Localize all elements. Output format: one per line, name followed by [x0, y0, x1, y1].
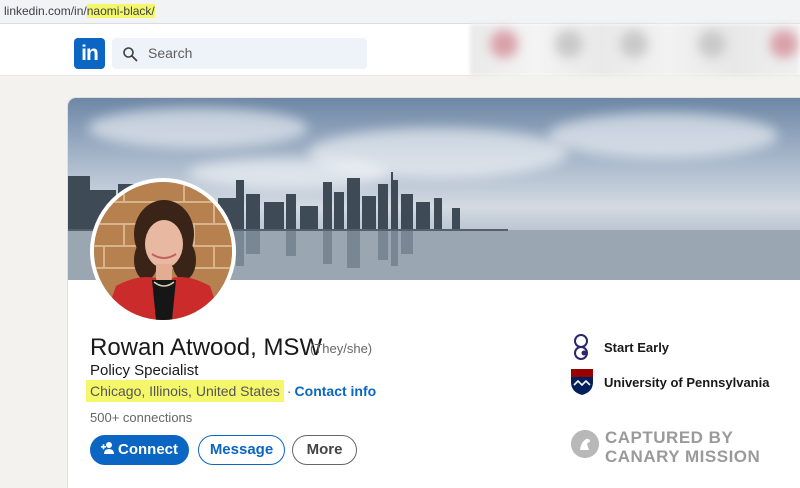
profile-location: Chicago, Illinois, United States: [86, 380, 284, 402]
watermark-line2: CANARY MISSION: [605, 447, 761, 466]
connect-button[interactable]: Connect: [90, 435, 189, 465]
profile-headline: Policy Specialist: [90, 362, 199, 379]
profile-name: Rowan Atwood, MSW: [90, 334, 323, 361]
watermark-line1: CAPTURED BY: [605, 428, 734, 447]
add-person-icon: [101, 442, 114, 454]
more-button[interactable]: More: [292, 435, 357, 465]
search-placeholder: Search: [148, 45, 193, 61]
connections-count[interactable]: 500+ connections: [90, 410, 192, 425]
location-row: Chicago, Illinois, United States · Contact…: [86, 380, 377, 407]
url-prefix: linkedin.com/in/: [4, 4, 87, 18]
message-button[interactable]: Message: [198, 435, 285, 465]
start-early-logo-icon: [574, 334, 588, 360]
linkedin-logo-icon[interactable]: in: [74, 38, 105, 69]
connect-label: Connect: [118, 441, 178, 458]
profile-card: Rowan Atwood, MSW (They/she) Policy Spec…: [68, 98, 800, 488]
penn-shield-logo-icon: [571, 369, 593, 395]
browser-url-bar[interactable]: linkedin.com/in/naomi-black/: [0, 0, 800, 24]
blurred-nav-icon: [770, 30, 798, 58]
url-slug-highlight: naomi-black/: [86, 4, 155, 18]
separator-dot: ·: [286, 383, 292, 399]
avatar[interactable]: [94, 182, 232, 320]
linkedin-navbar: in Search: [0, 24, 800, 76]
contact-info-link[interactable]: Contact info: [295, 383, 377, 399]
search-icon: [123, 47, 138, 62]
blurred-nav-icon: [620, 30, 648, 58]
canary-mission-watermark: CAPTURED BY CANARY MISSION: [571, 428, 771, 468]
blurred-nav-icon: [555, 30, 583, 58]
blurred-nav-icons: [470, 24, 800, 76]
org-label: Start Early: [604, 340, 670, 355]
profile-pronouns: (They/she): [310, 341, 373, 356]
url-text: linkedin.com/in/naomi-black/: [4, 4, 155, 18]
canary-bird-icon: [571, 430, 599, 458]
org-label: University of Pennsylvania: [604, 375, 770, 390]
blurred-nav-icon: [698, 30, 726, 58]
search-input[interactable]: Search: [112, 38, 367, 69]
blurred-nav-icon: [490, 30, 518, 58]
